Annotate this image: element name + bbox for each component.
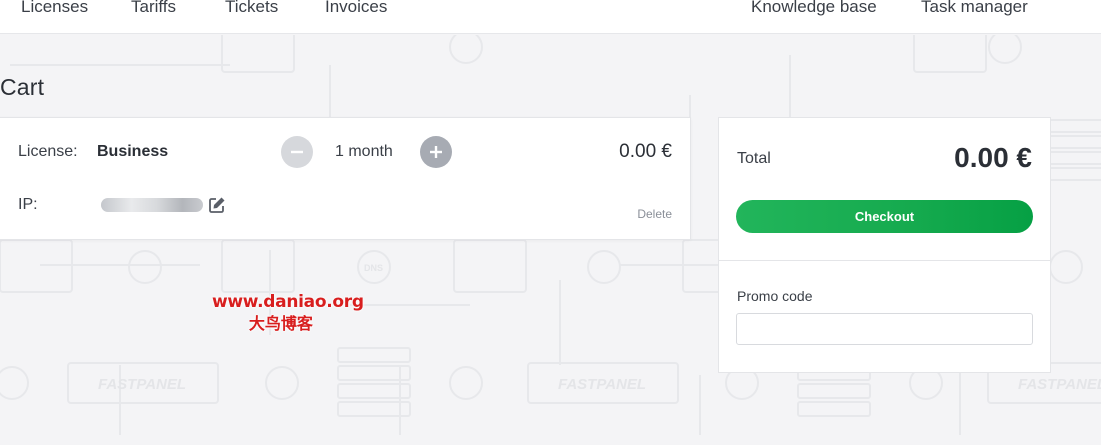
order-summary-panel: Total 0.00 € Checkout Promo code: [718, 117, 1051, 373]
nav-licenses[interactable]: Licenses: [21, 0, 88, 17]
license-value: Business: [97, 143, 169, 160]
watermark-text: 大鸟博客: [248, 314, 313, 333]
checkout-button[interactable]: Checkout: [736, 200, 1033, 233]
nav-task-manager[interactable]: Task manager: [921, 0, 1028, 17]
bg-brand-text: FASTPANEL: [558, 376, 646, 393]
bg-brand-text: FASTPANEL: [98, 376, 186, 393]
plus-icon: [430, 146, 442, 158]
top-navigation: Licenses Tariffs Tickets Invoices Knowle…: [0, 0, 1101, 34]
bg-brand-text: FASTPANEL: [1018, 376, 1101, 393]
nav-tickets[interactable]: Tickets: [225, 0, 278, 17]
item-price: 0.00 €: [619, 141, 672, 162]
ip-label: IP:: [18, 196, 38, 213]
delete-link[interactable]: Delete: [637, 207, 672, 221]
increase-period-button[interactable]: [420, 136, 452, 168]
minus-icon: [291, 150, 303, 154]
bg-dns-text: DNS: [364, 263, 383, 273]
nav-invoices[interactable]: Invoices: [325, 0, 387, 17]
promo-code-label: Promo code: [737, 288, 813, 304]
license-label: License:: [18, 143, 78, 160]
summary-divider: [719, 260, 1050, 261]
promo-code-input[interactable]: [736, 313, 1033, 345]
nav-knowledge-base[interactable]: Knowledge base: [751, 0, 877, 17]
nav-tariffs[interactable]: Tariffs: [131, 0, 176, 17]
decrease-period-button[interactable]: [281, 136, 313, 168]
cart-item-card: License: Business 1 month 0.00 € IP: Del…: [0, 117, 691, 240]
ip-value-redacted: [101, 198, 203, 212]
watermark: www.daniao.org 大鸟博客: [212, 291, 364, 335]
page-title: Cart: [0, 74, 45, 100]
edit-icon[interactable]: [208, 196, 226, 214]
watermark-url: www.daniao.org: [212, 292, 364, 312]
total-value: 0.00 €: [954, 142, 1032, 173]
period-value: 1 month: [335, 143, 393, 160]
total-label: Total: [737, 150, 771, 167]
